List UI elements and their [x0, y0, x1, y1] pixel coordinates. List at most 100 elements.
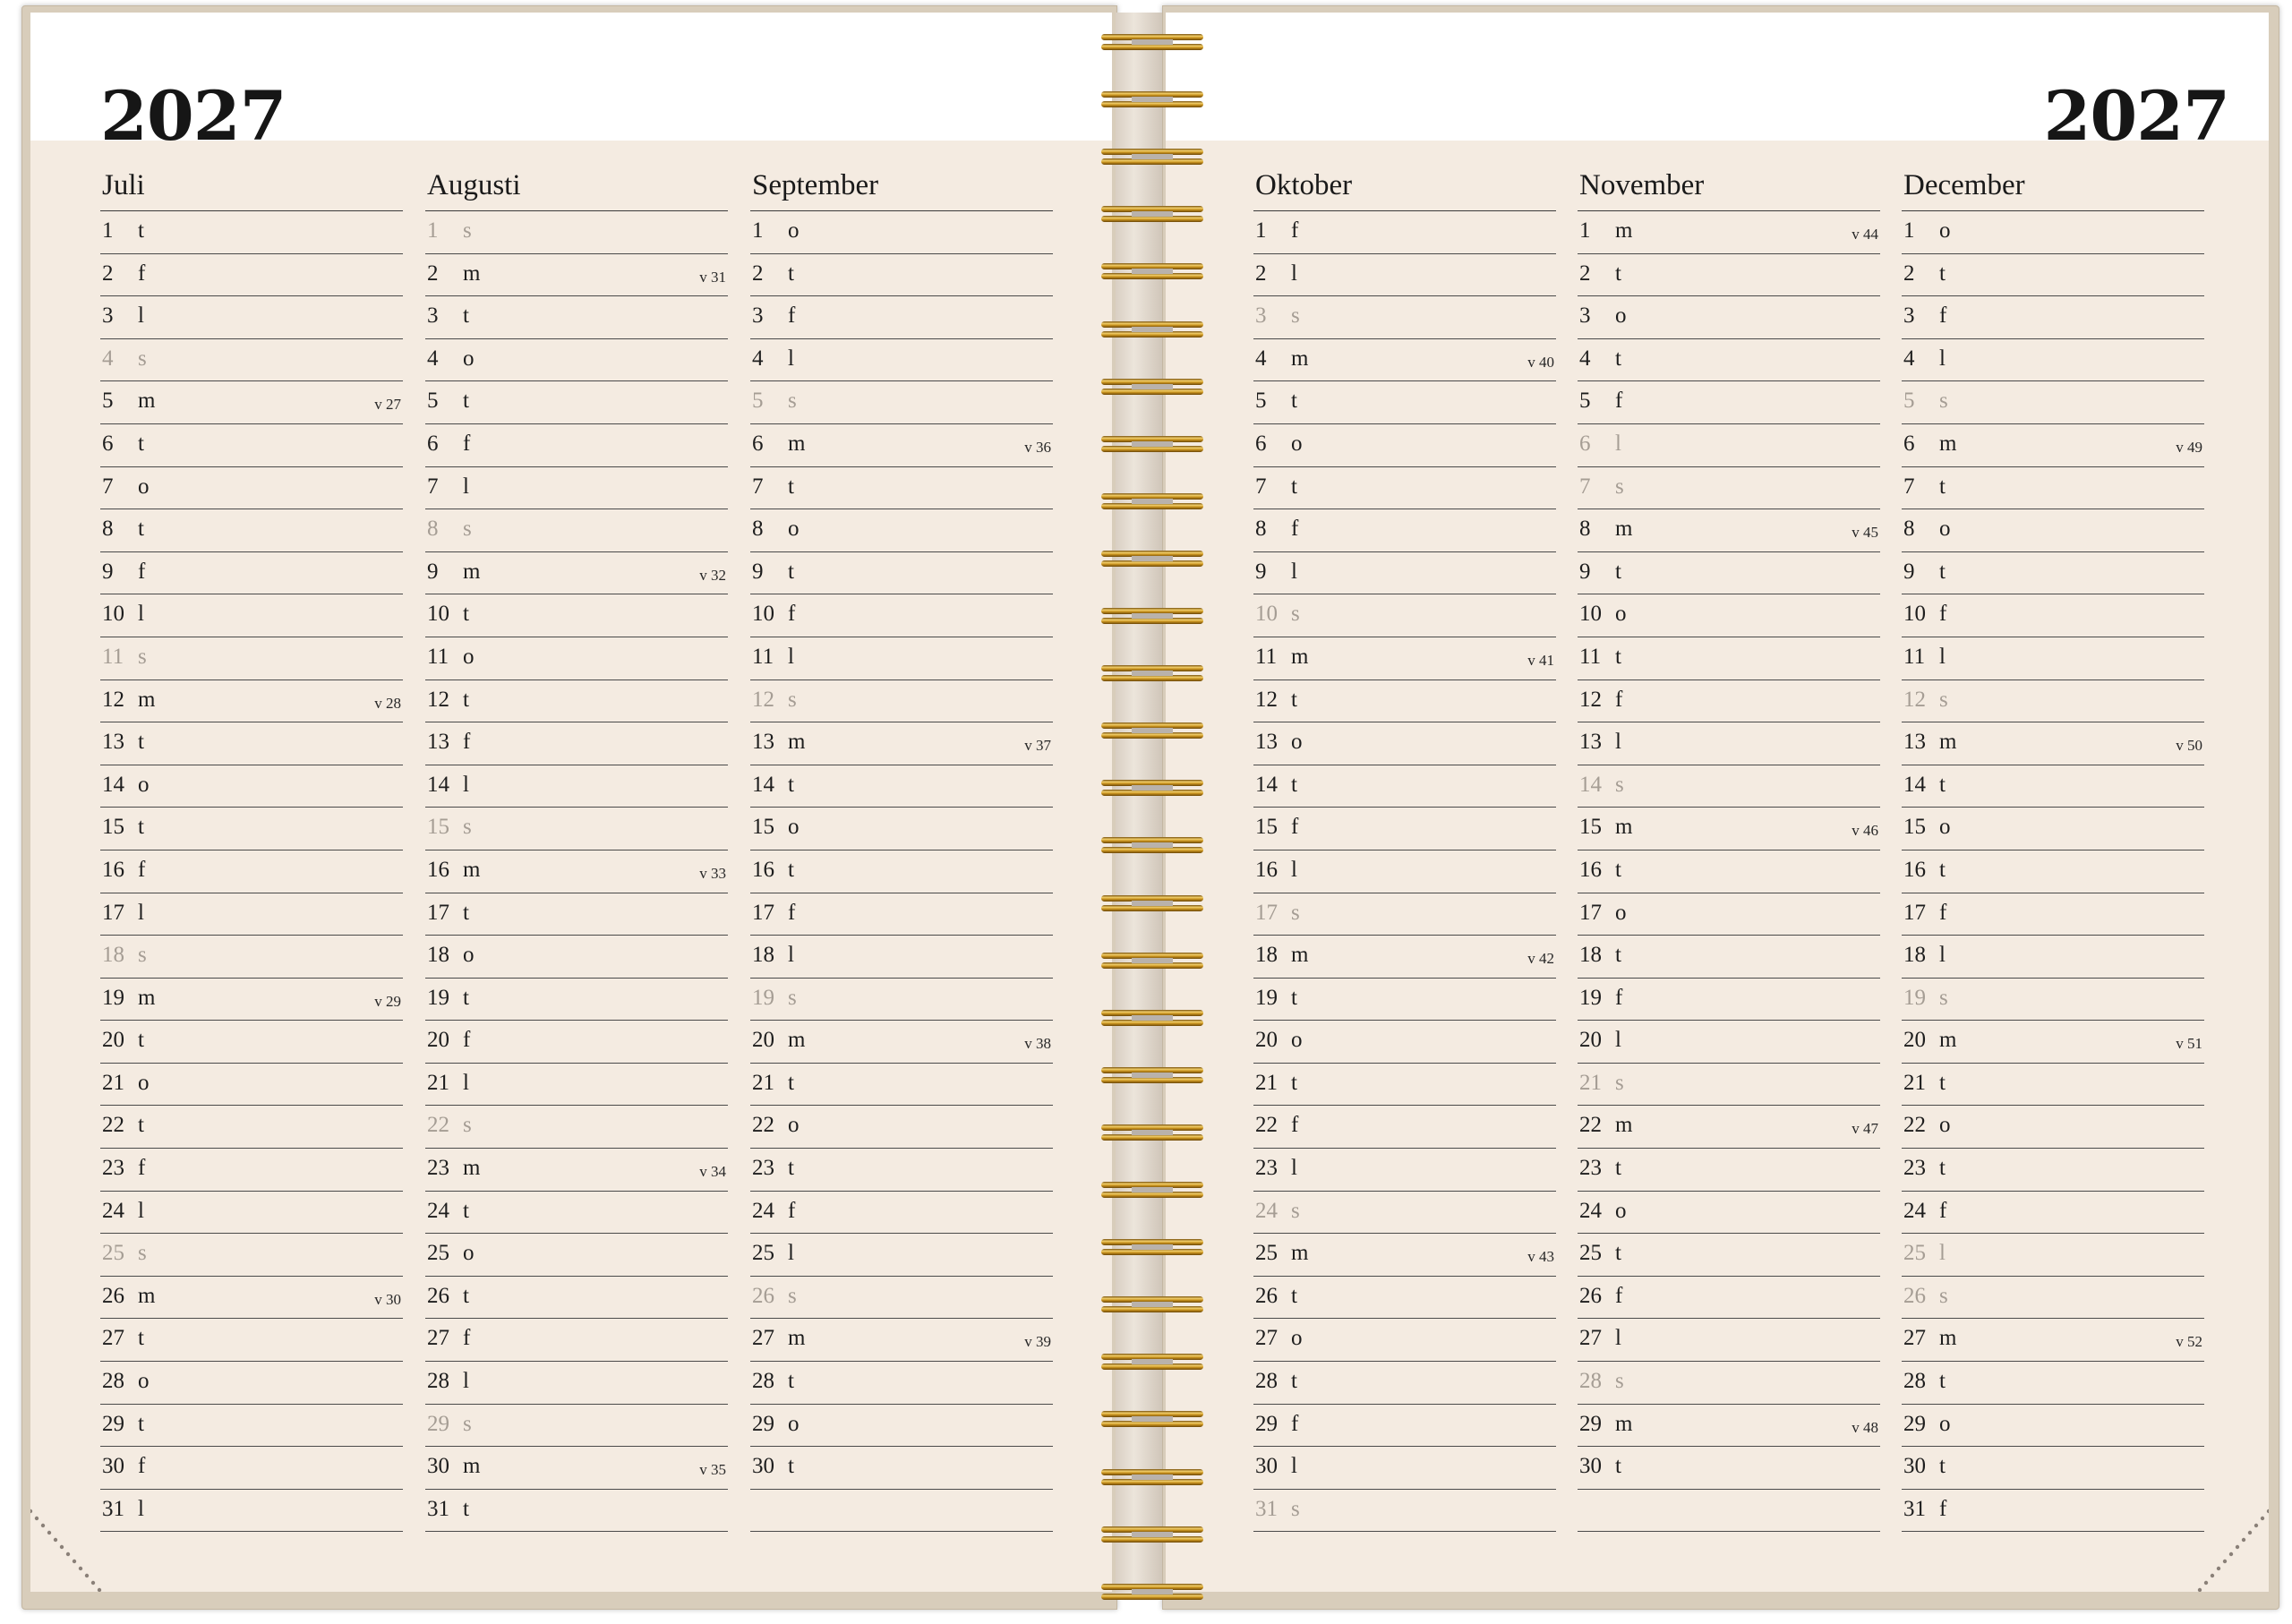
day-row: 5s — [1902, 381, 2204, 424]
day-number: 21 — [752, 1070, 774, 1095]
day-row: 28 t — [1253, 1362, 1556, 1405]
weekday-letter: l — [788, 346, 794, 371]
day-row: 5t — [1253, 381, 1556, 424]
day-row: 16 m v 33 — [425, 850, 728, 893]
day-number: 25 — [102, 1241, 124, 1266]
weekday-letter: t — [1615, 1454, 1621, 1479]
day-number: 25 — [427, 1241, 449, 1266]
day-number: 22 — [1579, 1113, 1602, 1138]
day-number: 13 — [427, 730, 449, 755]
weekday-letter: t — [788, 474, 794, 499]
month-column: Oktober 1 f 2 l 3 s 4 m v 40 5 t 6 o 7 t 8 f 9 l 10 s 11 m v 41 1… — [1253, 168, 1556, 1533]
day-number: 21 — [1579, 1070, 1602, 1095]
day-row — [750, 1490, 1053, 1533]
weekday-letter: m — [1615, 1411, 1633, 1436]
day-number: 13 — [102, 730, 124, 755]
week-number: v 32 — [699, 566, 726, 584]
weekday-letter: l — [788, 644, 794, 669]
day-row: 8m v 45 — [1578, 509, 1880, 552]
day-number: 20 — [1255, 1028, 1278, 1053]
month-name: Juli — [100, 168, 403, 211]
weekday-letter: o — [788, 517, 800, 542]
weekday-letter: s — [1615, 772, 1624, 797]
day-number: 8 — [1903, 517, 1915, 542]
day-number: 19 — [1579, 985, 1602, 1010]
weekday-letter: l — [1939, 943, 1946, 968]
day-row: 30 t — [1578, 1447, 1880, 1490]
day-number: 28 — [1255, 1369, 1278, 1394]
day-row: 7t — [750, 467, 1053, 510]
day-row: 16 t — [1902, 850, 2204, 893]
day-row: 4s — [100, 339, 403, 382]
day-number: 7 — [752, 474, 764, 499]
day-number: 7 — [1903, 474, 1915, 499]
day-number: 23 — [1903, 1156, 1926, 1181]
day-number: 22 — [752, 1113, 774, 1138]
day-number: 18 — [427, 943, 449, 968]
day-number: 11 — [102, 644, 124, 669]
weekday-letter: f — [463, 1028, 471, 1053]
day-row: 15 s — [425, 808, 728, 850]
binding-ring — [1101, 550, 1203, 567]
weekday-letter: f — [1291, 1411, 1299, 1436]
binding-ring — [1101, 492, 1203, 509]
day-number: 26 — [752, 1283, 774, 1308]
day-number: 14 — [752, 772, 774, 797]
day-number: 5 — [752, 389, 764, 414]
weekday-letter: m — [1939, 730, 1957, 755]
day-row: 26 t — [425, 1277, 728, 1320]
weekday-letter: f — [788, 602, 796, 627]
day-row: 2t — [1578, 254, 1880, 297]
day-row: 10 t — [425, 594, 728, 637]
month-column: Juli 1 t 2 f 3 l 4 s 5 m v 27 6 t 7 o 8 t 9 f 10 l 11 s 12 m v 28 1… — [100, 168, 403, 1533]
day-row: 11 s — [100, 637, 403, 680]
day-row: 22 t — [100, 1106, 403, 1150]
day-row: 12 m v 28 — [100, 680, 403, 723]
binding-ring — [1101, 91, 1203, 108]
day-number: 28 — [102, 1369, 124, 1394]
day-row: 28 l — [425, 1362, 728, 1405]
day-number: 7 — [427, 474, 439, 499]
weekday-letter: t — [788, 1156, 794, 1181]
day-row: 11 m v 41 — [1253, 637, 1556, 680]
weekday-letter: t — [1615, 1156, 1621, 1181]
day-row: 2f — [100, 254, 403, 297]
day-row: 11 t — [1578, 637, 1880, 680]
weekday-letter: m — [463, 261, 481, 286]
day-row: 10 f — [1902, 594, 2204, 637]
day-number: 30 — [1903, 1454, 1926, 1479]
day-number: 13 — [1579, 730, 1602, 755]
day-row: 15 o — [750, 808, 1053, 850]
day-number: 6 — [1903, 431, 1915, 456]
day-row: 13 o — [1253, 722, 1556, 765]
weekday-letter: o — [788, 815, 800, 840]
day-row: 28 t — [750, 1362, 1053, 1405]
day-row: 4l — [1902, 339, 2204, 382]
day-number: 29 — [752, 1411, 774, 1436]
weekday-letter: t — [463, 687, 469, 712]
week-number: v 31 — [699, 268, 726, 286]
day-number: 25 — [1579, 1241, 1602, 1266]
day-row: 23 f — [100, 1149, 403, 1192]
month-name: December — [1902, 168, 2204, 211]
day-row: 12 s — [750, 680, 1053, 723]
day-number: 27 — [1579, 1326, 1602, 1351]
weekday-letter: t — [1615, 943, 1621, 968]
weekday-letter: f — [463, 431, 471, 456]
binding-ring — [1101, 1583, 1203, 1600]
weekday-letter: t — [1939, 1156, 1946, 1181]
binding-ring — [1101, 321, 1203, 338]
weekday-letter: o — [138, 474, 150, 499]
day-number: 20 — [1579, 1028, 1602, 1053]
day-number: 12 — [427, 687, 449, 712]
weekday-letter: f — [1615, 985, 1623, 1010]
weekday-letter: f — [463, 730, 471, 755]
day-number: 31 — [102, 1496, 124, 1521]
day-number: 12 — [102, 687, 124, 712]
weekday-letter: o — [1615, 900, 1627, 925]
day-number: 21 — [1903, 1070, 1926, 1095]
week-number: v 40 — [1527, 353, 1554, 371]
week-number: v 30 — [374, 1290, 401, 1308]
day-number: 12 — [1903, 687, 1926, 712]
day-number: 8 — [1255, 517, 1267, 542]
